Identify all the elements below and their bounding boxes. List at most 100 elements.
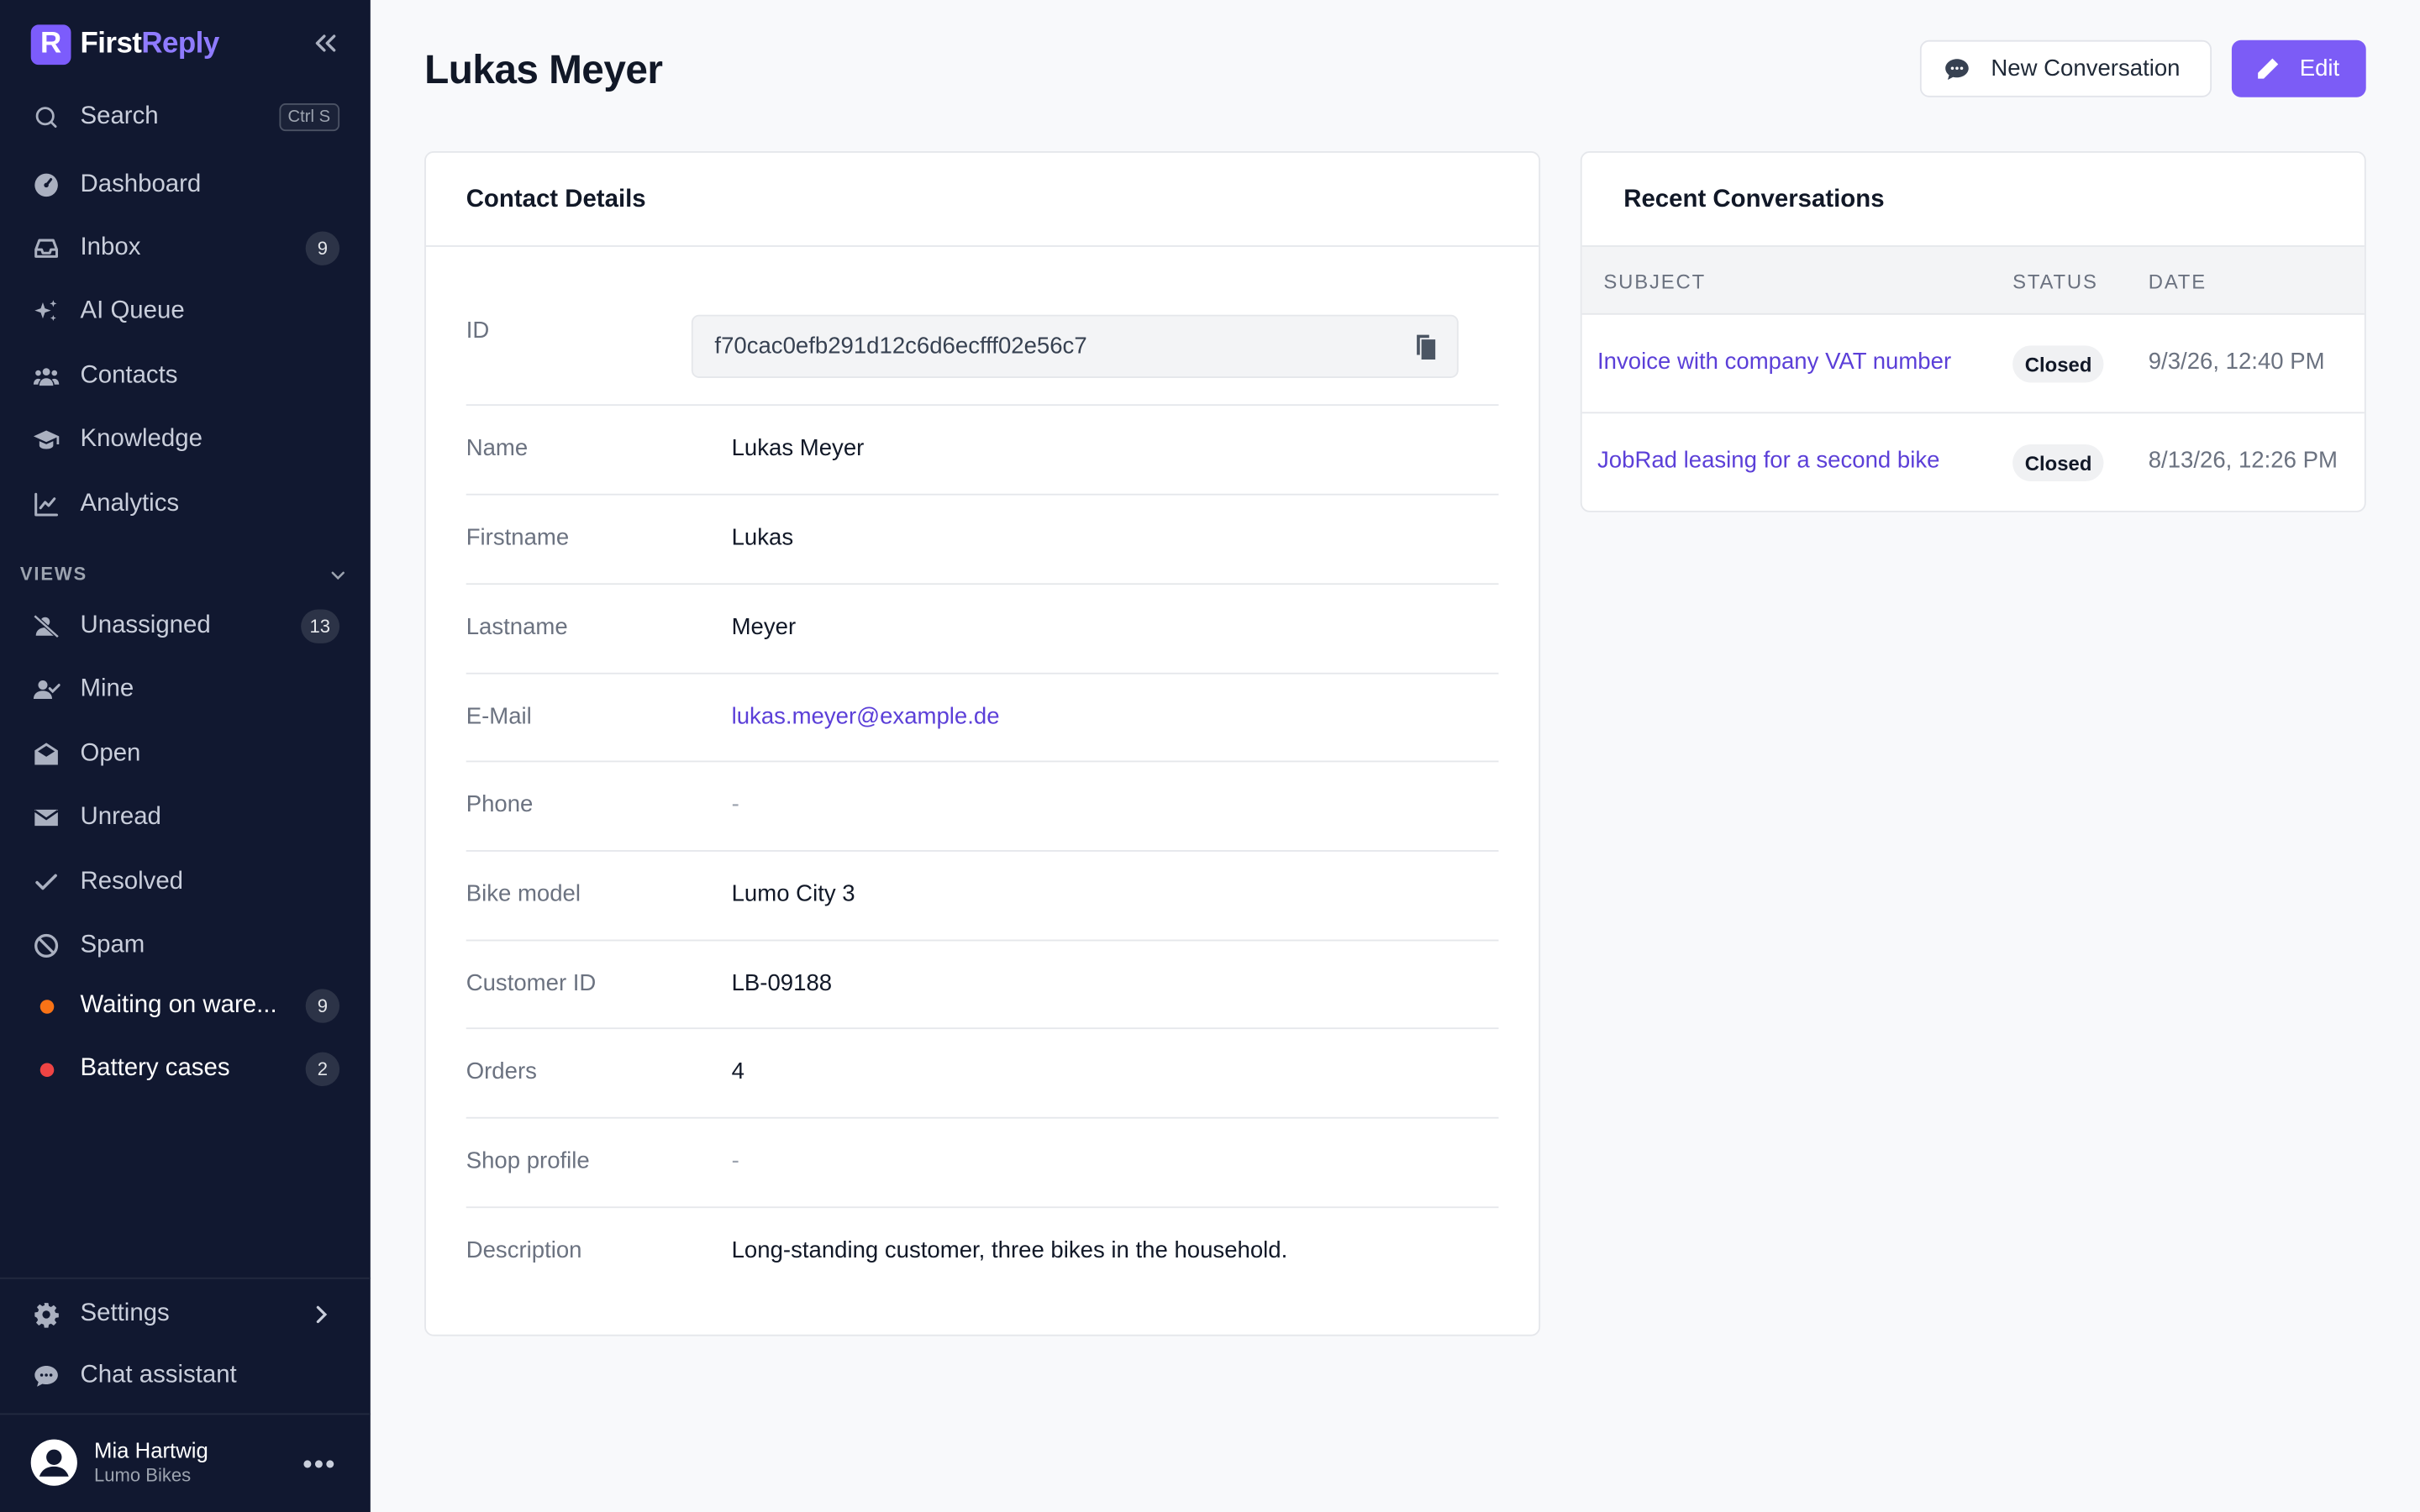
sidebar-item-contacts[interactable]: Contacts xyxy=(0,349,371,404)
contact-details-card: Contact Details ID f70cac0efb291d12c6d6e… xyxy=(424,151,1541,1336)
users-icon xyxy=(31,361,62,392)
waiting-count-badge: 9 xyxy=(305,989,340,1023)
divider xyxy=(0,1277,371,1279)
field-row-bike-model: Bike model Lumo City 3 xyxy=(466,852,1499,942)
search-button[interactable]: Search Ctrl S xyxy=(0,90,371,145)
sidebar-item-unassigned[interactable]: Unassigned 13 xyxy=(0,599,371,654)
field-value: - xyxy=(731,1147,739,1174)
sidebar-item-unread[interactable]: Unread xyxy=(0,790,371,845)
field-label: Shop profile xyxy=(466,1147,590,1174)
status-dot xyxy=(39,1062,55,1077)
sidebar-item-label: Waiting on ware... xyxy=(80,992,277,1019)
sidebar-item-label: Settings xyxy=(80,1300,170,1327)
field-label: Lastname xyxy=(466,614,568,641)
sidebar-item-label: Dashboard xyxy=(80,171,202,198)
conversation-subject-link[interactable]: Invoice with company VAT number xyxy=(1597,349,1951,375)
field-row-firstname: Firstname Lukas xyxy=(466,496,1499,585)
sidebar-item-inbox[interactable]: Inbox 9 xyxy=(0,221,371,276)
brand[interactable]: R FirstReply xyxy=(30,24,220,66)
conversation-date: 8/13/26, 12:26 PM xyxy=(2148,447,2338,474)
sidebar-item-chat-assistant[interactable]: Chat assistant xyxy=(0,1348,371,1404)
sidebar: R FirstReply Search Ctrl S Dashboard Inb… xyxy=(0,0,371,1512)
brand-name: FirstReply xyxy=(81,28,220,61)
new-conversation-button[interactable]: New Conversation xyxy=(1919,39,2212,97)
sidebar-item-label: Battery cases xyxy=(80,1055,230,1082)
sidebar-item-label: Knowledge xyxy=(80,425,203,453)
field-label: ID xyxy=(466,318,490,344)
new-conversation-label: New Conversation xyxy=(1991,55,2181,82)
field-label: Name xyxy=(466,434,529,462)
sidebar-item-ai-queue[interactable]: AI Queue xyxy=(0,284,371,339)
sidebar-item-label: Open xyxy=(80,740,141,767)
field-row-lastname: Lastname Meyer xyxy=(466,585,1499,675)
sidebar-item-spam[interactable]: Spam xyxy=(0,918,371,974)
field-value: 4 xyxy=(731,1058,744,1085)
sidebar-item-label: Mine xyxy=(80,675,134,702)
battery-cases-count-badge: 2 xyxy=(305,1052,340,1087)
sidebar-item-battery-cases[interactable]: Battery cases 2 xyxy=(0,1042,371,1097)
more-options-icon[interactable]: ••• xyxy=(302,1449,336,1482)
status-badge: Closed xyxy=(2012,345,2105,383)
conversation-date: 9/3/26, 12:40 PM xyxy=(2148,349,2325,375)
field-row-description: Description Long-standing customer, thre… xyxy=(466,1208,1499,1298)
chevron-down-icon[interactable] xyxy=(327,564,349,586)
brand-logo-icon: R xyxy=(30,24,71,66)
email-link[interactable]: lukas.meyer@example.de xyxy=(732,704,1000,730)
table-row[interactable]: Invoice with company VAT number Closed 9… xyxy=(1581,315,2365,414)
envelope-open-icon xyxy=(31,739,62,770)
collapse-sidebar-icon[interactable] xyxy=(308,26,342,60)
sidebar-item-resolved[interactable]: Resolved xyxy=(0,855,371,911)
field-label: E-Mail xyxy=(466,703,532,730)
views-section-label: VIEWS xyxy=(19,563,88,585)
sidebar-item-waiting-on-warehouse[interactable]: Waiting on ware... 9 xyxy=(0,978,371,1033)
search-icon xyxy=(31,102,62,133)
check-icon xyxy=(31,867,62,898)
chat-bubble-icon xyxy=(31,1361,62,1392)
sidebar-item-knowledge[interactable]: Knowledge xyxy=(0,412,371,467)
field-label: Customer ID xyxy=(466,970,597,997)
edit-label: Edit xyxy=(2299,55,2340,82)
column-header-date[interactable]: DATE xyxy=(2149,270,2207,293)
sidebar-item-label: Inbox xyxy=(80,234,141,261)
sidebar-item-label: Chat assistant xyxy=(80,1362,237,1389)
sidebar-item-label: Analytics xyxy=(80,491,180,517)
contact-details-title: Contact Details xyxy=(466,186,646,213)
edit-button[interactable]: Edit xyxy=(2231,39,2366,97)
unassigned-count-badge: 13 xyxy=(300,609,340,643)
field-value: Lukas Meyer xyxy=(731,434,865,462)
sidebar-item-open[interactable]: Open xyxy=(0,727,371,782)
sidebar-item-label: Unread xyxy=(80,803,161,831)
user-profile[interactable]: Mia Hartwig Lumo Bikes xyxy=(30,1438,208,1486)
sidebar-item-analytics[interactable]: Analytics xyxy=(0,477,371,533)
user-org: Lumo Bikes xyxy=(94,1464,192,1486)
inbox-count-badge: 9 xyxy=(305,231,340,265)
field-label: Phone xyxy=(466,791,534,818)
conversation-subject-link[interactable]: JobRad leasing for a second bike xyxy=(1597,448,1939,474)
column-header-subject[interactable]: SUBJECT xyxy=(1603,270,1706,293)
field-row-orders: Orders 4 xyxy=(466,1029,1499,1119)
sidebar-item-mine[interactable]: Mine xyxy=(0,662,371,717)
field-value: Lukas xyxy=(731,524,794,551)
ban-icon xyxy=(31,931,62,962)
field-label: Orders xyxy=(466,1058,537,1085)
sidebar-item-label: Spam xyxy=(80,932,145,958)
sidebar-item-label: Contacts xyxy=(80,362,178,389)
brand-suffix: Reply xyxy=(141,28,219,60)
field-row-email: E-Mail lukas.meyer@example.de xyxy=(466,675,1499,763)
field-row-phone: Phone - xyxy=(466,762,1499,852)
sidebar-item-label: AI Queue xyxy=(80,297,185,324)
divider xyxy=(0,1413,371,1415)
id-value: f70cac0efb291d12c6d6ecfff02e56c7 xyxy=(714,333,1087,360)
copy-icon[interactable] xyxy=(1413,333,1438,361)
table-row[interactable]: JobRad leasing for a second bike Closed … xyxy=(1582,413,2365,511)
column-header-status[interactable]: STATUS xyxy=(2012,270,2098,293)
id-field[interactable]: f70cac0efb291d12c6d6ecfff02e56c7 xyxy=(691,314,1459,378)
sidebar-item-settings[interactable]: Settings xyxy=(0,1287,371,1342)
gear-icon xyxy=(31,1299,62,1331)
field-label: Bike model xyxy=(466,880,581,907)
avatar xyxy=(30,1438,77,1485)
field-label: Firstname xyxy=(466,524,570,551)
sidebar-item-dashboard[interactable]: Dashboard xyxy=(0,157,371,213)
envelope-icon xyxy=(31,802,62,833)
graduation-cap-icon xyxy=(31,424,62,455)
